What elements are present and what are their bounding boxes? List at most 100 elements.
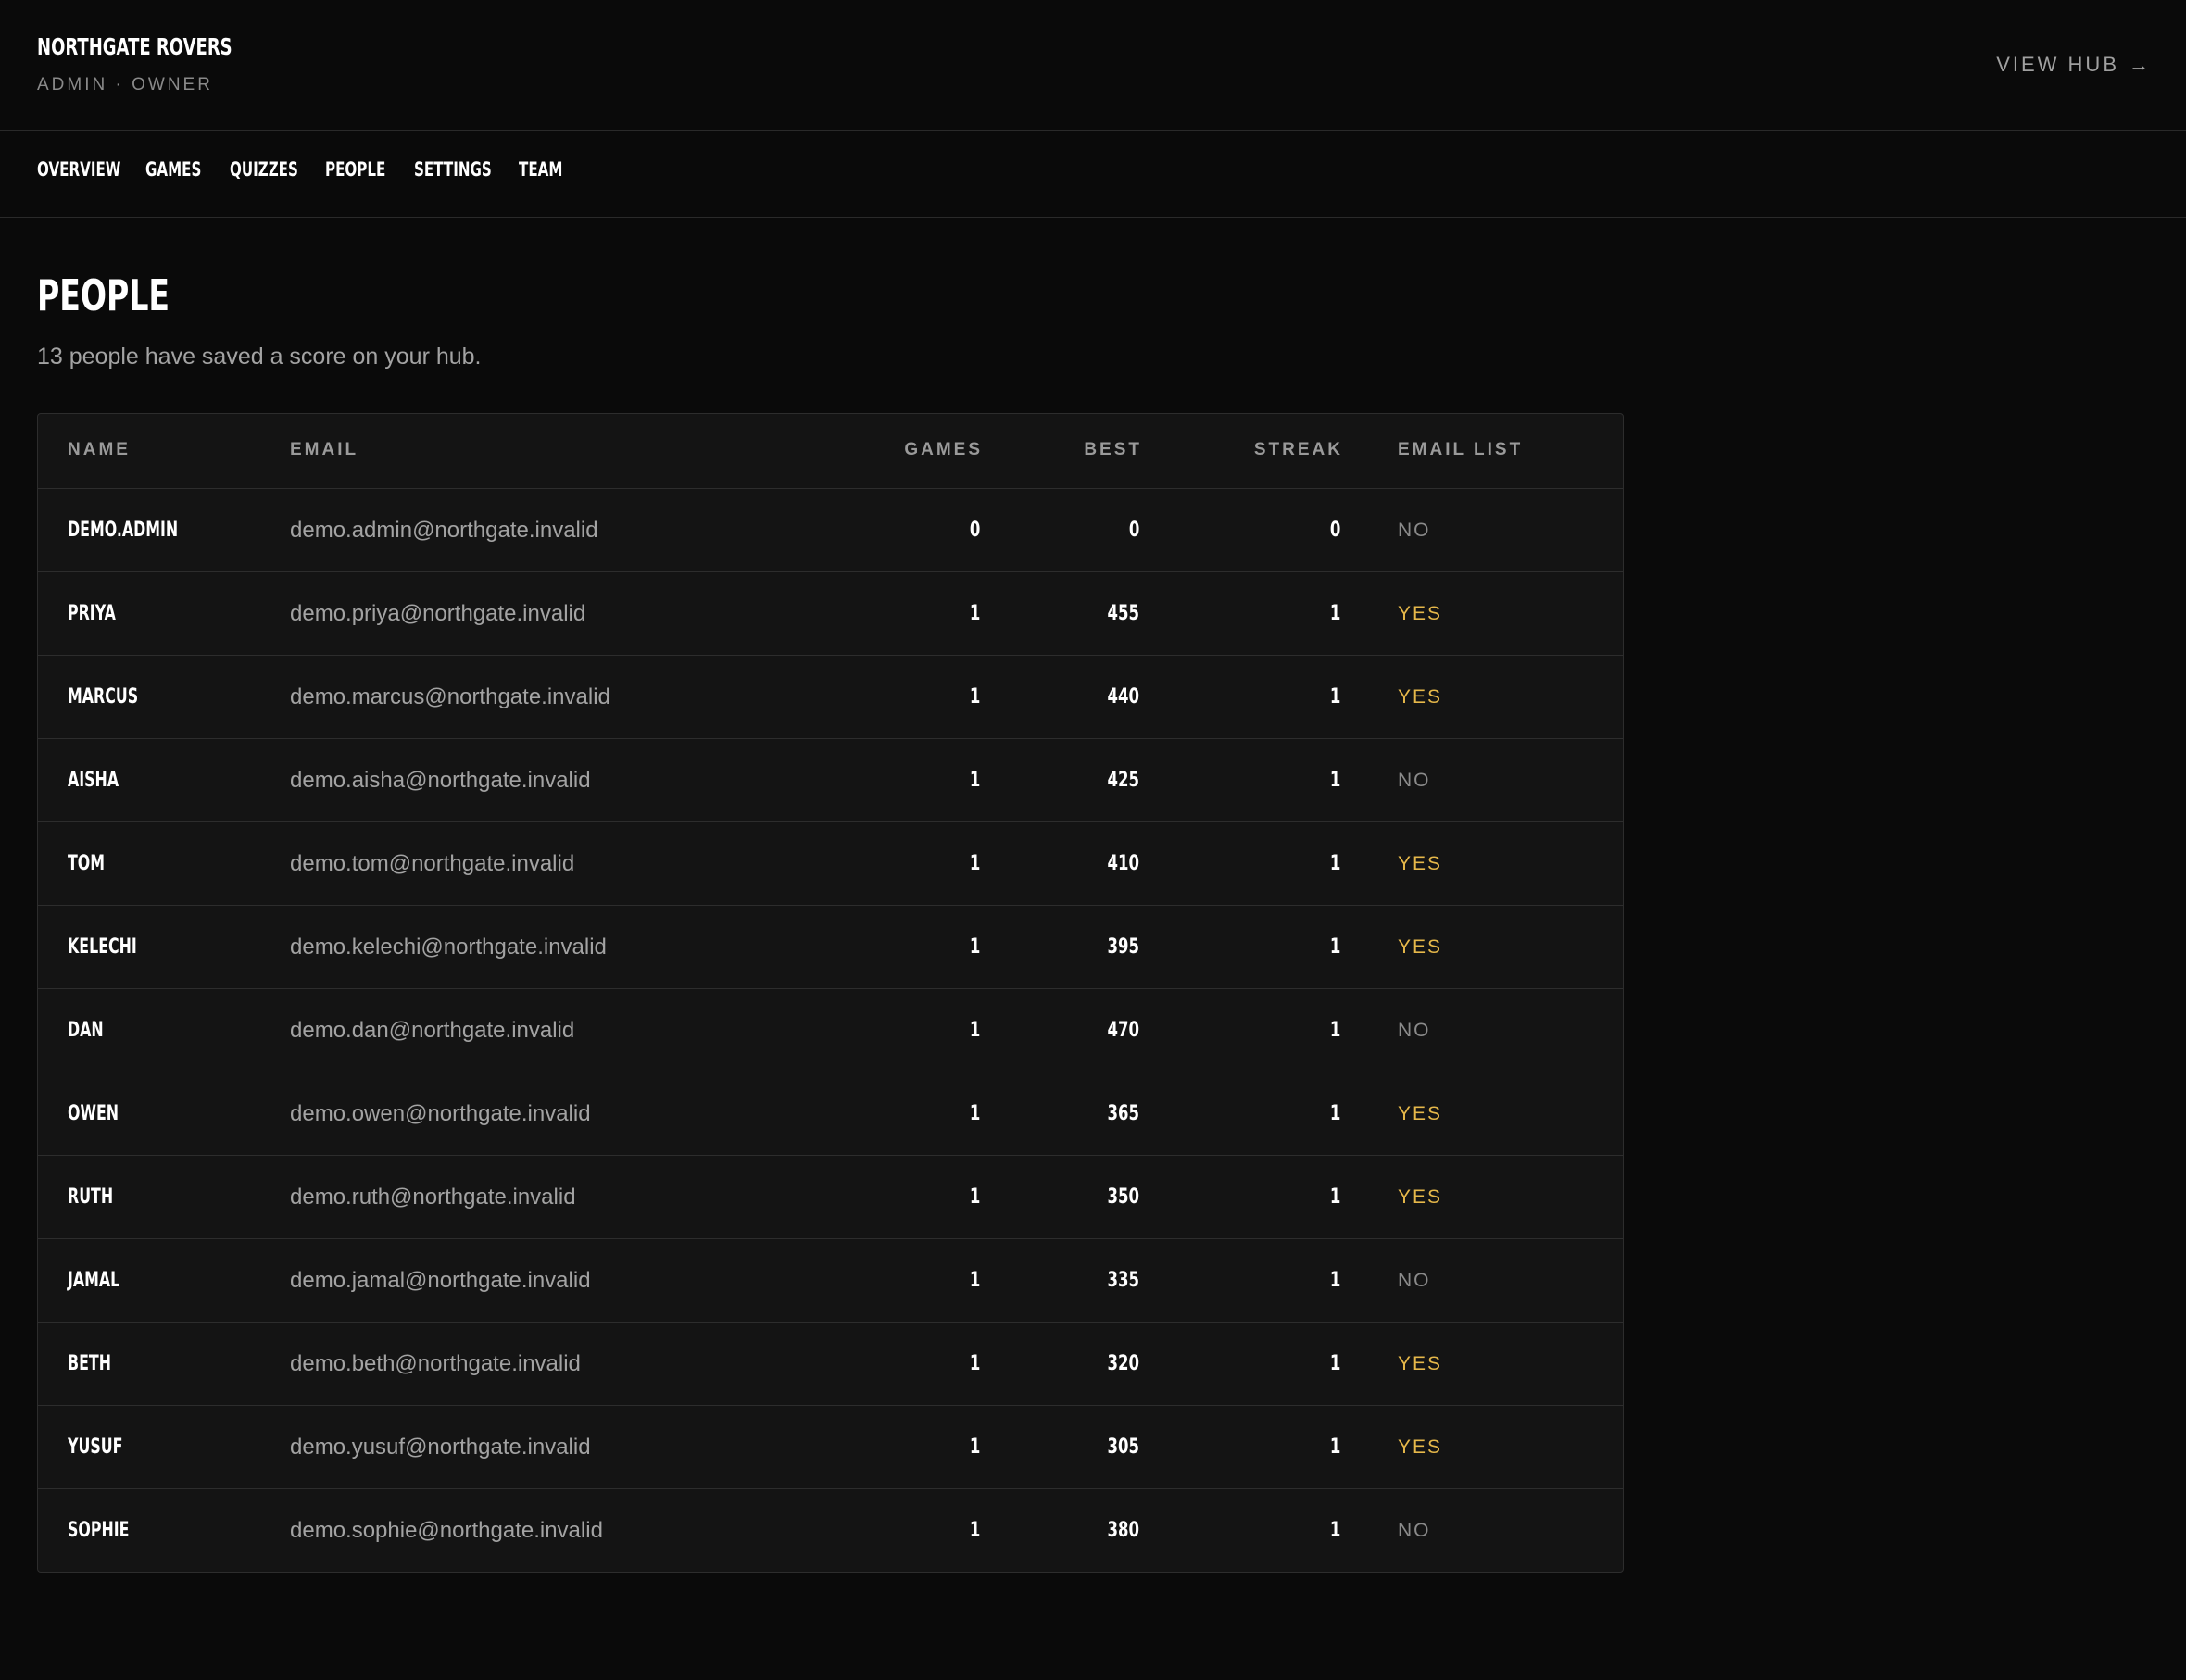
table-row[interactable]: YUSUF demo.yusuf@northgate.invalid 1 305 1 YE… <box>38 1406 1623 1489</box>
games-count: 1 <box>969 769 980 792</box>
tab-team[interactable]: TEAM <box>519 158 562 181</box>
view-hub-link[interactable]: VIEW HUB → <box>1996 53 2149 77</box>
games-count: 1 <box>969 1019 980 1042</box>
table-row[interactable]: TOM demo.tom@northgate.invalid 1 410 1 YES <box>38 822 1623 906</box>
table-row[interactable]: RUTH demo.ruth@northgate.invalid 1 350 1 YES <box>38 1156 1623 1239</box>
games-count: 1 <box>969 602 980 625</box>
table-row[interactable]: OWEN demo.owen@northgate.invalid 1 365 1 YES <box>38 1072 1623 1156</box>
best-score: 425 <box>1107 769 1139 792</box>
tab-people[interactable]: PEOPLE <box>325 158 385 181</box>
streak-count: 1 <box>1329 935 1340 959</box>
best-score: 380 <box>1107 1519 1139 1542</box>
best-score: 0 <box>1128 519 1139 542</box>
person-name: SOPHIE <box>68 1519 130 1542</box>
people-table: NAME EMAIL GAMES BEST STREAK EMAIL LIST … <box>37 413 1624 1573</box>
column-header-best[interactable]: BEST <box>1084 440 1142 460</box>
table-row[interactable]: DEMO.ADMIN demo.admin@northgate.invalid 0 0… <box>38 489 1623 572</box>
table-row[interactable]: AISHA demo.aisha@northgate.invalid 1 425 1 NO <box>38 739 1623 822</box>
tab-quizzes[interactable]: QUIZZES <box>230 158 298 181</box>
table-row[interactable]: DAN demo.dan@northgate.invalid 1 470 1 NO <box>38 989 1623 1072</box>
page-subtitle: 13 people have saved a score on your hub… <box>37 344 482 370</box>
nav-tabs: OVERVIEW GAMES QUIZZES PEOPLE SETTINGS TEAM <box>0 131 2186 218</box>
games-count: 1 <box>969 1519 980 1542</box>
table-body: DEMO.ADMIN demo.admin@northgate.invalid 0 0… <box>38 489 1623 1572</box>
column-header-email[interactable]: EMAIL <box>290 440 358 460</box>
table-row[interactable]: SOPHIE demo.sophie@northgate.invalid 1 380 1… <box>38 1489 1623 1572</box>
best-score: 335 <box>1107 1269 1139 1292</box>
streak-count: 1 <box>1329 685 1340 708</box>
person-email: demo.yusuf@northgate.invalid <box>290 1435 591 1460</box>
table-row[interactable]: MARCUS demo.marcus@northgate.invalid 1 440 1… <box>38 656 1623 739</box>
person-email: demo.beth@northgate.invalid <box>290 1351 581 1376</box>
best-score: 365 <box>1107 1102 1139 1125</box>
person-name: OWEN <box>68 1102 119 1125</box>
email-list-status: YES <box>1398 853 1443 874</box>
table-row[interactable]: KELECHI demo.kelechi@northgate.invalid 1 39… <box>38 906 1623 989</box>
column-header-games[interactable]: GAMES <box>904 440 983 460</box>
streak-count: 1 <box>1329 602 1340 625</box>
person-name: RUTH <box>68 1185 114 1209</box>
table-row[interactable]: PRIYA demo.priya@northgate.invalid 1 455 1 YE… <box>38 572 1623 656</box>
table-row[interactable]: JAMAL demo.jamal@northgate.invalid 1 335 1 NO <box>38 1239 1623 1323</box>
streak-count: 0 <box>1329 519 1340 542</box>
tab-games[interactable]: GAMES <box>145 158 201 181</box>
arrow-right-icon: → <box>2129 53 2149 76</box>
streak-count: 1 <box>1329 852 1340 875</box>
best-score: 395 <box>1107 935 1139 959</box>
person-name: PRIYA <box>68 602 116 625</box>
games-count: 1 <box>969 1436 980 1459</box>
games-count: 1 <box>969 1352 980 1375</box>
person-name: JAMAL <box>68 1269 120 1292</box>
streak-count: 1 <box>1329 1519 1340 1542</box>
email-list-status: YES <box>1398 1103 1443 1124</box>
person-email: demo.sophie@northgate.invalid <box>290 1518 603 1543</box>
role-label: ADMIN · OWNER <box>37 75 213 94</box>
email-list-status: YES <box>1398 936 1443 958</box>
email-list-status: YES <box>1398 603 1443 624</box>
person-name: AISHA <box>68 769 119 792</box>
person-name: DAN <box>68 1019 104 1042</box>
tab-overview[interactable]: OVERVIEW <box>37 158 120 181</box>
best-score: 455 <box>1107 602 1139 625</box>
person-name: TOM <box>68 852 106 875</box>
column-header-streak[interactable]: STREAK <box>1254 440 1343 460</box>
email-list-status: YES <box>1398 1186 1443 1208</box>
person-name: KELECHI <box>68 935 137 959</box>
email-list-status: YES <box>1398 1353 1443 1374</box>
email-list-status: NO <box>1398 1270 1431 1291</box>
streak-count: 1 <box>1329 1019 1340 1042</box>
person-email: demo.jamal@northgate.invalid <box>290 1268 591 1293</box>
email-list-status: NO <box>1398 1520 1431 1541</box>
games-count: 1 <box>969 935 980 959</box>
view-hub-label: VIEW HUB <box>1996 53 2119 76</box>
best-score: 410 <box>1107 852 1139 875</box>
person-email: demo.aisha@northgate.invalid <box>290 768 591 793</box>
person-email: demo.priya@northgate.invalid <box>290 601 586 626</box>
person-name: YUSUF <box>68 1436 123 1459</box>
person-email: demo.owen@northgate.invalid <box>290 1101 591 1126</box>
table-header: NAME EMAIL GAMES BEST STREAK EMAIL LIST <box>38 414 1623 489</box>
streak-count: 1 <box>1329 769 1340 792</box>
games-count: 1 <box>969 1102 980 1125</box>
person-name: DEMO.ADMIN <box>68 519 179 542</box>
games-count: 0 <box>969 519 980 542</box>
games-count: 1 <box>969 852 980 875</box>
person-name: BETH <box>68 1352 111 1375</box>
person-email: demo.dan@northgate.invalid <box>290 1018 575 1043</box>
person-email: demo.kelechi@northgate.invalid <box>290 934 607 959</box>
best-score: 470 <box>1107 1019 1139 1042</box>
column-header-email-list[interactable]: EMAIL LIST <box>1398 440 1523 460</box>
best-score: 305 <box>1107 1436 1139 1459</box>
email-list-status: YES <box>1398 686 1443 708</box>
best-score: 350 <box>1107 1185 1139 1209</box>
games-count: 1 <box>969 1185 980 1209</box>
table-row[interactable]: BETH demo.beth@northgate.invalid 1 320 1 YES <box>38 1323 1623 1406</box>
streak-count: 1 <box>1329 1269 1340 1292</box>
person-name: MARCUS <box>68 685 139 708</box>
column-header-name[interactable]: NAME <box>68 440 131 460</box>
email-list-status: NO <box>1398 770 1431 791</box>
tab-settings[interactable]: SETTINGS <box>414 158 492 181</box>
email-list-status: NO <box>1398 520 1431 541</box>
team-name: NORTHGATE ROVERS <box>37 33 232 60</box>
top-bar: NORTHGATE ROVERS ADMIN · OWNER VIEW HUB → <box>0 0 2186 131</box>
